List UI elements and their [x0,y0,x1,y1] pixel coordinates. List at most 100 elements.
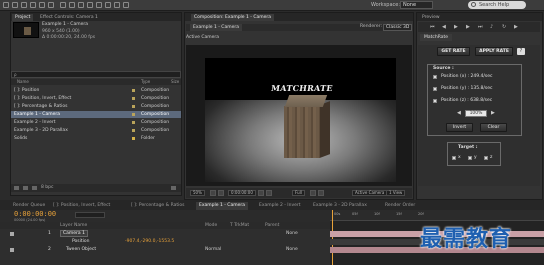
source-z-checkbox[interactable] [433,99,437,103]
target-y-checkbox[interactable] [468,156,472,160]
visibility-icon[interactable] [10,232,14,236]
project-item[interactable]: [ ]: Position, Invert, Effect Composition [11,95,181,102]
play-icon[interactable]: ▶ [454,24,458,30]
text-tool-icon[interactable] [78,2,84,8]
project-item[interactable]: Example 3 - 2D Parallax Composition [11,127,181,134]
target-x-checkbox[interactable] [452,156,456,160]
clear-button[interactable]: Clear [480,123,507,132]
property-value[interactable]: -907.4,-290.0,-1553.5 [125,238,174,245]
current-time-display[interactable]: 0:00:00:00 [228,190,256,196]
column-type[interactable]: Type [141,79,150,85]
rotate-tool-icon[interactable] [30,2,36,8]
project-search-input[interactable]: ρ [11,71,181,78]
region-of-interest-icon[interactable] [310,190,316,196]
new-folder-icon[interactable] [23,186,28,190]
layer-name[interactable]: Tween Object [66,246,96,253]
zoom-select[interactable]: 50% [190,190,205,196]
layer-row[interactable]: 1 Camera 1 None [0,230,330,237]
transparency-grid-icon[interactable] [318,190,324,196]
grid-icon[interactable] [210,190,216,196]
mask-icon[interactable] [218,190,224,196]
time-ruler[interactable]: 00s 05f 10f 15f 20f [330,210,544,221]
project-item-selected[interactable]: Example 1 - Camera Composition [11,111,181,118]
trash-icon[interactable] [171,186,176,190]
increment-icon[interactable]: ▶ [491,110,495,116]
tab-project[interactable]: Project [12,14,34,21]
column-mode[interactable]: Mode [205,222,217,229]
roto-brush-tool-icon[interactable] [114,2,120,8]
timeline-timecode[interactable]: 0:00:00:00 [14,210,56,218]
audio-icon[interactable]: ♪ [490,24,493,30]
tab-example-3-2d-parallax[interactable]: Example 3 - 2D Parallax [310,202,370,210]
search-help-input[interactable]: Search Help [468,1,526,9]
layer-parent[interactable]: None [286,246,298,253]
project-item[interactable]: Example 2 - Invert Composition [11,119,181,126]
camera-tool-icon[interactable] [39,2,45,8]
composition-icon [132,129,135,132]
layer-row[interactable]: 2 Tween Object Normal None [0,246,330,253]
clone-tool-icon[interactable] [96,2,102,8]
tab-preview[interactable]: Preview [419,14,443,21]
pen-tool-icon[interactable] [69,2,75,8]
renderer-select[interactable]: Classic 3D [383,24,413,31]
tab-effect-controls[interactable]: Effect Controls: Camera 1 [37,14,101,21]
puppet-tool-icon[interactable] [123,2,129,8]
tab-render-order[interactable]: Render Order [382,202,418,210]
new-composition-icon[interactable] [32,186,37,190]
visibility-icon[interactable] [10,248,14,252]
bit-depth-label[interactable]: 8 bpc [41,184,53,192]
selection-tool-icon[interactable] [3,2,9,8]
layer-name[interactable]: Camera 1 [60,230,88,237]
rectangle-tool-icon[interactable] [60,2,66,8]
tab-example-1-camera[interactable]: Example 1 - Camera [196,202,248,210]
percent-input[interactable]: 100% [465,110,487,117]
zoom-tool-icon[interactable] [21,2,27,8]
brush-tool-icon[interactable] [87,2,93,8]
composition-viewer[interactable]: MATCHRATE [205,58,396,182]
eraser-tool-icon[interactable] [105,2,111,8]
column-name[interactable]: Name [17,79,29,85]
tab-example-2-invert[interactable]: Example 2 - Invert [256,202,304,210]
current-time-indicator[interactable] [332,210,336,265]
snapshot-icon[interactable] [258,190,264,196]
column-size[interactable]: Size [171,79,179,85]
project-item[interactable]: [ ]: Position Composition [11,87,181,94]
column-layer-name[interactable]: Layer Name [60,222,87,229]
layer-property-row[interactable]: Position -907.4,-290.0,-1553.5 [0,238,330,245]
source-y-checkbox[interactable] [433,87,437,91]
column-trkmat[interactable]: T TrkMat [230,222,249,229]
timeline-search-input[interactable] [75,212,105,218]
resolution-select[interactable]: Full [292,190,305,196]
decrement-icon[interactable]: ◀ [457,110,461,116]
previous-frame-icon[interactable]: ◀ [442,24,446,30]
column-parent[interactable]: Parent [265,222,279,229]
workspace-select[interactable]: None [400,1,433,9]
invert-button[interactable]: Invert [446,123,473,132]
apply-rate-button[interactable]: APPLY RATE [475,47,513,56]
layer-mode[interactable]: Normal [205,246,221,253]
help-button[interactable]: ? [517,48,525,55]
target-z-checkbox[interactable] [484,156,488,160]
ram-preview-icon[interactable]: ▶ [514,24,518,30]
project-item[interactable]: [ ]: Percentage & Ratios Composition [11,103,181,110]
tab-position-invert-effect[interactable]: [ ]: Position, Invert, Effect [50,202,113,210]
tab-percentage-ratios[interactable]: [ ]: Percentage & Ratios [128,202,187,210]
next-frame-icon[interactable]: ▶ [466,24,470,30]
last-frame-icon[interactable]: ⏭ [478,24,483,30]
source-x-checkbox[interactable] [433,75,437,79]
interpret-footage-icon[interactable] [14,186,19,190]
project-item[interactable]: Solids Folder [11,135,181,142]
tab-render-queue[interactable]: Render Queue [10,202,48,210]
hand-tool-icon[interactable] [12,2,18,8]
show-channel-icon[interactable] [266,190,272,196]
loop-icon[interactable]: ↻ [502,24,506,30]
view-select[interactable]: Active Camera [352,190,388,196]
first-frame-icon[interactable]: ⏮ [430,24,435,30]
tab-composition[interactable]: Composition: Example 1 - Camera [191,14,275,21]
tab-matchrate[interactable]: MatchRate [420,34,453,41]
view-layout-select[interactable]: 1 View [386,190,406,196]
subtab-example-1-camera[interactable]: Example 1 - Camera [190,24,242,31]
get-rate-button[interactable]: GET RATE [437,47,470,56]
layer-parent[interactable]: None [286,230,298,237]
pan-behind-tool-icon[interactable] [48,2,54,8]
